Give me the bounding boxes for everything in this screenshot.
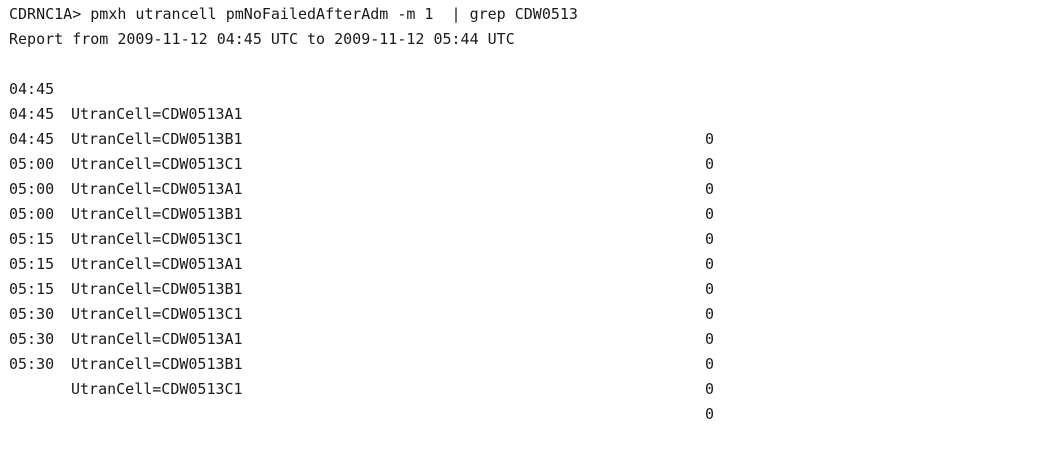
row-value: 0 <box>705 230 715 248</box>
row-value: 0 <box>705 330 715 348</box>
row-cell: UtranCell=CDW0513A1 <box>71 330 243 348</box>
result-row: 04:45 UtranCell=CDW0513C1 0 <box>9 102 714 198</box>
row-cell: UtranCell=CDW0513B1 <box>71 205 243 223</box>
row-value: 0 <box>705 205 715 223</box>
row-cell: UtranCell=CDW0513B1 <box>71 130 243 148</box>
row-value: 0 <box>705 255 715 273</box>
row-value: 0 <box>705 280 715 298</box>
result-row: 05:30 UtranCell=CDW0513A1 0 <box>9 277 714 373</box>
row-value: 0 <box>705 155 715 173</box>
result-row: 05:15 UtranCell=CDW0513B1 0 <box>9 227 714 323</box>
row-cell: UtranCell=CDW0513C1 <box>71 155 243 173</box>
row-cell: UtranCell=CDW0513B1 <box>71 280 243 298</box>
row-value: 0 <box>705 130 715 148</box>
result-row: 05:15 UtranCell=CDW0513C1 0 <box>9 252 714 348</box>
row-value: 0 <box>705 180 715 198</box>
row-time: 05:30 <box>9 355 55 373</box>
row-cell: UtranCell=CDW0513B1 <box>71 355 243 373</box>
row-value: 0 <box>705 305 715 323</box>
row-value: 0 <box>705 405 715 423</box>
result-row: 05:00 UtranCell=CDW0513A1 0 <box>9 127 714 223</box>
row-cell: UtranCell=CDW0513C1 <box>71 230 243 248</box>
row-cell: UtranCell=CDW0513C1 <box>71 305 243 323</box>
row-value: 0 <box>705 380 715 398</box>
command-line: CDRNC1A> pmxh utrancell pmNoFailedAfterA… <box>9 5 578 23</box>
result-rows: 04:45 UtranCell=CDW0513A1 0 04:45 UtranC… <box>9 52 714 423</box>
row-cell: UtranCell=CDW0513C1 <box>71 380 243 398</box>
result-row: 05:00 UtranCell=CDW0513B1 0 <box>9 152 714 248</box>
result-row: 05:30 UtranCell=CDW0513B1 0 <box>9 302 714 398</box>
row-cell: UtranCell=CDW0513A1 <box>71 180 243 198</box>
result-row: 05:30 UtranCell=CDW0513C1 0 <box>9 327 714 423</box>
row-cell: UtranCell=CDW0513A1 <box>71 105 243 123</box>
result-row: 05:15 UtranCell=CDW0513A1 0 <box>9 202 714 298</box>
terminal-output[interactable]: CDRNC1A> pmxh utrancell pmNoFailedAfterA… <box>0 0 1042 447</box>
report-header: Report from 2009-11-12 04:45 UTC to 2009… <box>9 30 515 48</box>
result-row: 04:45 UtranCell=CDW0513A1 0 <box>9 52 714 148</box>
row-cell: UtranCell=CDW0513A1 <box>71 255 243 273</box>
result-row: 05:00 UtranCell=CDW0513C1 0 <box>9 177 714 273</box>
row-value: 0 <box>705 355 715 373</box>
result-row: 04:45 UtranCell=CDW0513B1 0 <box>9 77 714 173</box>
